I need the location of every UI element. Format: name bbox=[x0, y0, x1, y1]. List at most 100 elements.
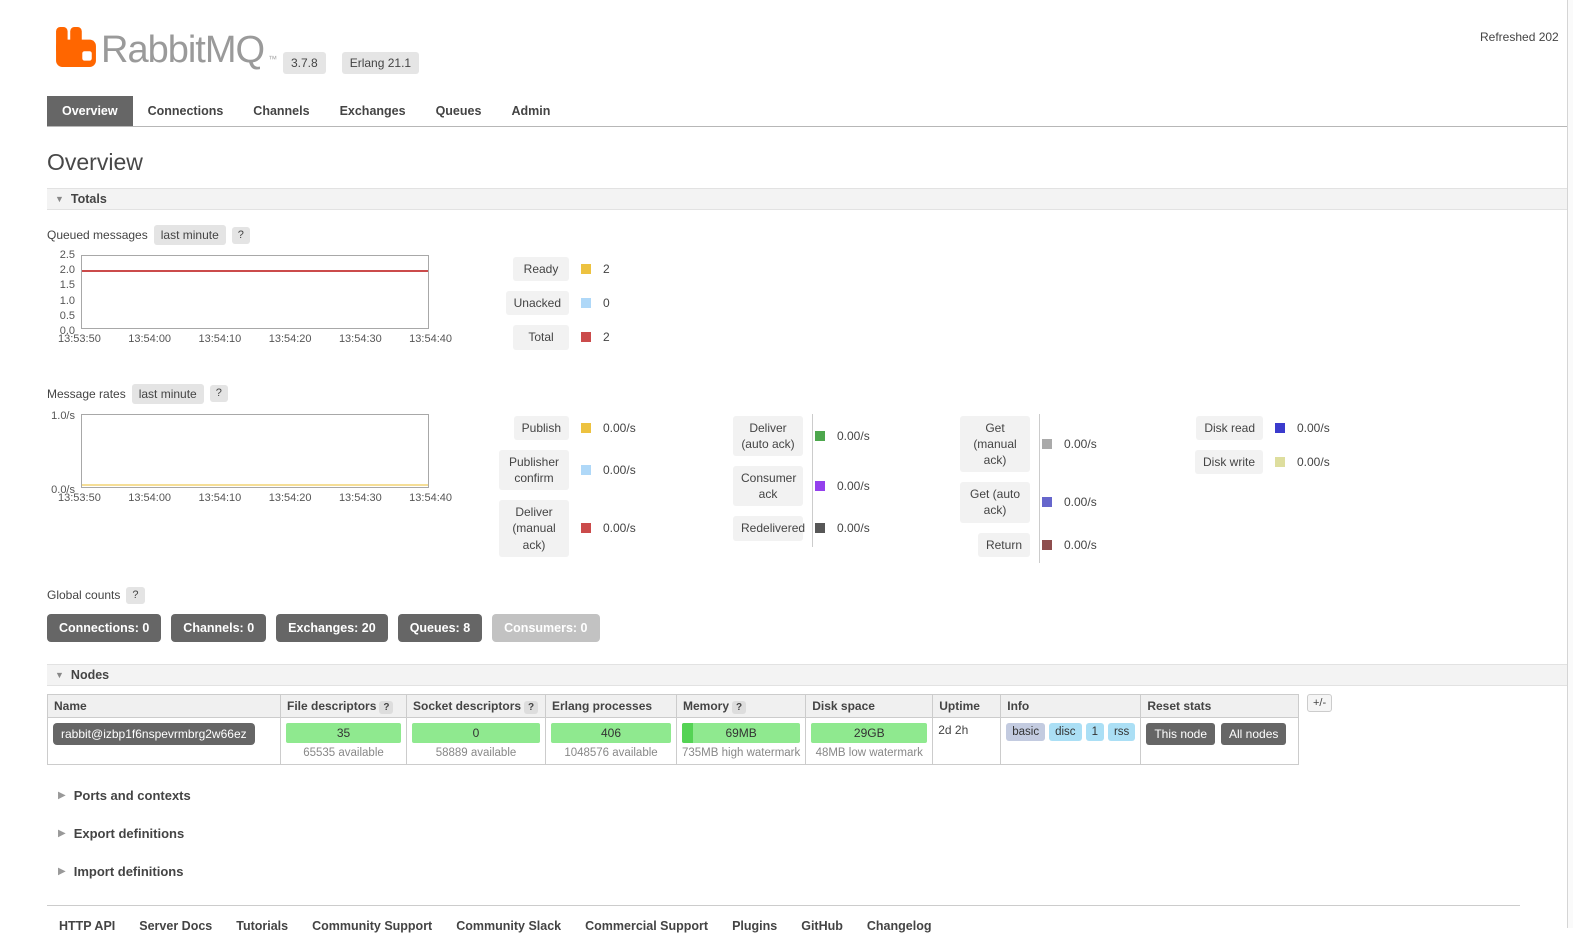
legend-row-unacked: Unacked 0 bbox=[491, 291, 610, 316]
message-rates-period-selector[interactable]: last minute bbox=[131, 383, 204, 404]
fd-help-icon[interactable]: ? bbox=[379, 700, 394, 714]
footer-link-tutorials[interactable]: Tutorials bbox=[236, 919, 288, 933]
connections-count-badge[interactable]: Connections: 0 bbox=[47, 613, 162, 642]
tab-channels[interactable]: Channels bbox=[238, 96, 324, 126]
totals-section-toggle[interactable]: ▼ Totals bbox=[47, 188, 1568, 210]
y-tick: 2.5 bbox=[59, 249, 75, 261]
erlang-version-badge: Erlang 21.1 bbox=[341, 52, 420, 74]
footer: HTTP API Server Docs Tutorials Community… bbox=[47, 904, 1520, 933]
tab-overview[interactable]: Overview bbox=[47, 96, 133, 126]
rabbitmq-logo[interactable]: RabbitMQ ™ bbox=[55, 26, 277, 69]
erlang-processes-bar: 406 bbox=[551, 722, 671, 743]
x-tick: 13:54:00 bbox=[128, 491, 172, 504]
memory-cell: 69MB 735MB high watermark bbox=[675, 716, 807, 765]
message-rates-chart: 1.0/s 0.0/s 13:53:50 13:54:00 13:54:10 1… bbox=[47, 410, 1573, 567]
queued-messages-help-icon[interactable]: ? bbox=[231, 226, 250, 244]
column-toggle-button[interactable]: +/- bbox=[1307, 693, 1333, 712]
nodes-table: Name File descriptors? Socket descriptor… bbox=[47, 693, 1300, 765]
disk-read-color-swatch bbox=[1275, 422, 1285, 433]
tab-admin[interactable]: Admin bbox=[496, 96, 565, 126]
uptime-cell: 2d 2h bbox=[932, 716, 1002, 765]
queued-messages-period-selector[interactable]: last minute bbox=[153, 225, 226, 245]
queued-messages-legend: Ready 2 Unacked 0 Total 2 bbox=[491, 257, 610, 360]
disk-space-cell: 29GB 48MB low watermark bbox=[805, 716, 934, 765]
footer-link-commercial-support[interactable]: Commercial Support bbox=[585, 919, 708, 933]
chevron-down-icon: ▼ bbox=[55, 194, 64, 204]
message-rates-help-icon[interactable]: ? bbox=[209, 385, 228, 403]
global-counts-help-icon[interactable]: ? bbox=[126, 586, 145, 604]
memory-help-icon[interactable]: ? bbox=[732, 700, 747, 714]
fd-available: 65535 available bbox=[303, 746, 384, 759]
col-file-descriptors: File descriptors? bbox=[280, 693, 407, 718]
totals-section-label: Totals bbox=[70, 192, 107, 206]
return-color-swatch bbox=[1042, 539, 1052, 550]
header: RabbitMQ ™ 3.7.8 Erlang 21.1 Refreshed 2… bbox=[0, 0, 1573, 96]
x-tick: 13:54:30 bbox=[338, 333, 382, 345]
tab-queues[interactable]: Queues bbox=[421, 96, 497, 126]
sd-bar: 0 bbox=[412, 722, 540, 743]
scrollbar-track[interactable] bbox=[1567, 0, 1573, 928]
node-name-cell: rabbit@izbp1f6nspevrmbrg2w66ez bbox=[47, 716, 281, 765]
y-tick: 1.5 bbox=[59, 279, 75, 292]
redelivered-color-swatch bbox=[815, 523, 825, 534]
ready-value: 2 bbox=[603, 262, 610, 277]
col-name: Name bbox=[47, 693, 281, 718]
tab-connections[interactable]: Connections bbox=[133, 96, 239, 126]
legend-group-deliver: Deliver (auto ack) 0.00/s Consumer ack 0… bbox=[725, 413, 895, 551]
legend-group-publish: Publish 0.00/s Publisher confirm 0.00/s … bbox=[491, 415, 661, 567]
export-definitions-toggle[interactable]: ▶ Export definitions bbox=[58, 826, 1573, 841]
legend-group-get: Get (manual ack) 0.00/s Get (auto ack) 0… bbox=[952, 413, 1122, 567]
legend-label-return: Return bbox=[977, 532, 1030, 557]
footer-link-changelog[interactable]: Changelog bbox=[867, 919, 932, 933]
col-disk-space: Disk space bbox=[805, 693, 934, 718]
legend-divider bbox=[812, 413, 813, 547]
global-counts-badges: Connections: 0 Channels: 0 Exchanges: 20… bbox=[47, 613, 1573, 642]
get-manual-color-swatch bbox=[1042, 438, 1052, 449]
reset-this-node-button[interactable]: This node bbox=[1146, 722, 1216, 745]
y-tick: 0.5 bbox=[59, 309, 75, 322]
col-erlang-processes: Erlang processes bbox=[545, 693, 677, 718]
x-tick: 13:54:40 bbox=[409, 491, 452, 504]
info-badge-basic: basic bbox=[1006, 722, 1046, 741]
footer-link-community-slack[interactable]: Community Slack bbox=[456, 919, 561, 933]
legend-label-deliver-manual: Deliver (manual ack) bbox=[499, 500, 569, 557]
legend-row-total: Total 2 bbox=[491, 325, 610, 350]
footer-link-community-support[interactable]: Community Support bbox=[312, 919, 432, 933]
reset-all-nodes-button[interactable]: All nodes bbox=[1221, 722, 1287, 745]
deliver-auto-color-swatch bbox=[815, 430, 825, 441]
chevron-right-icon: ▶ bbox=[58, 827, 66, 839]
footer-link-http-api[interactable]: HTTP API bbox=[59, 919, 115, 933]
node-name-badge[interactable]: rabbit@izbp1f6nspevrmbrg2w66ez bbox=[53, 722, 255, 745]
x-tick: 13:54:10 bbox=[198, 333, 242, 345]
uptime-value: 2d 2h bbox=[938, 722, 969, 737]
col-uptime: Uptime bbox=[932, 693, 1002, 718]
queues-count-badge[interactable]: Queues: 8 bbox=[397, 613, 483, 642]
info-badge-rss: rss bbox=[1107, 722, 1136, 741]
exchanges-count-badge[interactable]: Exchanges: 20 bbox=[276, 613, 388, 642]
publish-series-line bbox=[82, 483, 428, 486]
chevron-down-icon: ▼ bbox=[55, 669, 64, 680]
y-tick: 0.0 bbox=[59, 325, 75, 337]
legend-label-consumer-ack: Consumer ack bbox=[733, 465, 803, 507]
legend-label-deliver-auto: Deliver (auto ack) bbox=[733, 415, 803, 456]
queued-messages-chart: 2.5 2.0 1.5 1.0 0.5 0.0 13:53:50 13:54:0… bbox=[47, 249, 1573, 360]
ports-and-contexts-toggle[interactable]: ▶ Ports and contexts bbox=[58, 788, 1573, 803]
legend-divider bbox=[1039, 413, 1040, 563]
deliver-manual-rate: 0.00/s bbox=[603, 521, 636, 536]
rabbitmq-logo-icon bbox=[55, 26, 97, 68]
footer-link-plugins[interactable]: Plugins bbox=[732, 919, 777, 933]
footer-link-server-docs[interactable]: Server Docs bbox=[139, 919, 212, 933]
x-tick: 13:54:10 bbox=[198, 491, 242, 504]
import-definitions-toggle[interactable]: ▶ Import definitions bbox=[58, 864, 1573, 879]
col-socket-descriptors: Socket descriptors? bbox=[406, 693, 546, 718]
chevron-right-icon: ▶ bbox=[58, 789, 66, 801]
sd-help-icon[interactable]: ? bbox=[524, 700, 539, 714]
consumers-count-badge: Consumers: 0 bbox=[492, 613, 600, 642]
channels-count-badge[interactable]: Channels: 0 bbox=[171, 613, 267, 642]
nodes-section-toggle[interactable]: ▼ Nodes bbox=[47, 663, 1568, 686]
get-manual-rate: 0.00/s bbox=[1064, 436, 1097, 451]
footer-link-github[interactable]: GitHub bbox=[801, 919, 843, 933]
consumer-ack-rate: 0.00/s bbox=[837, 479, 870, 494]
return-rate: 0.00/s bbox=[1064, 537, 1097, 552]
tab-exchanges[interactable]: Exchanges bbox=[325, 96, 421, 126]
